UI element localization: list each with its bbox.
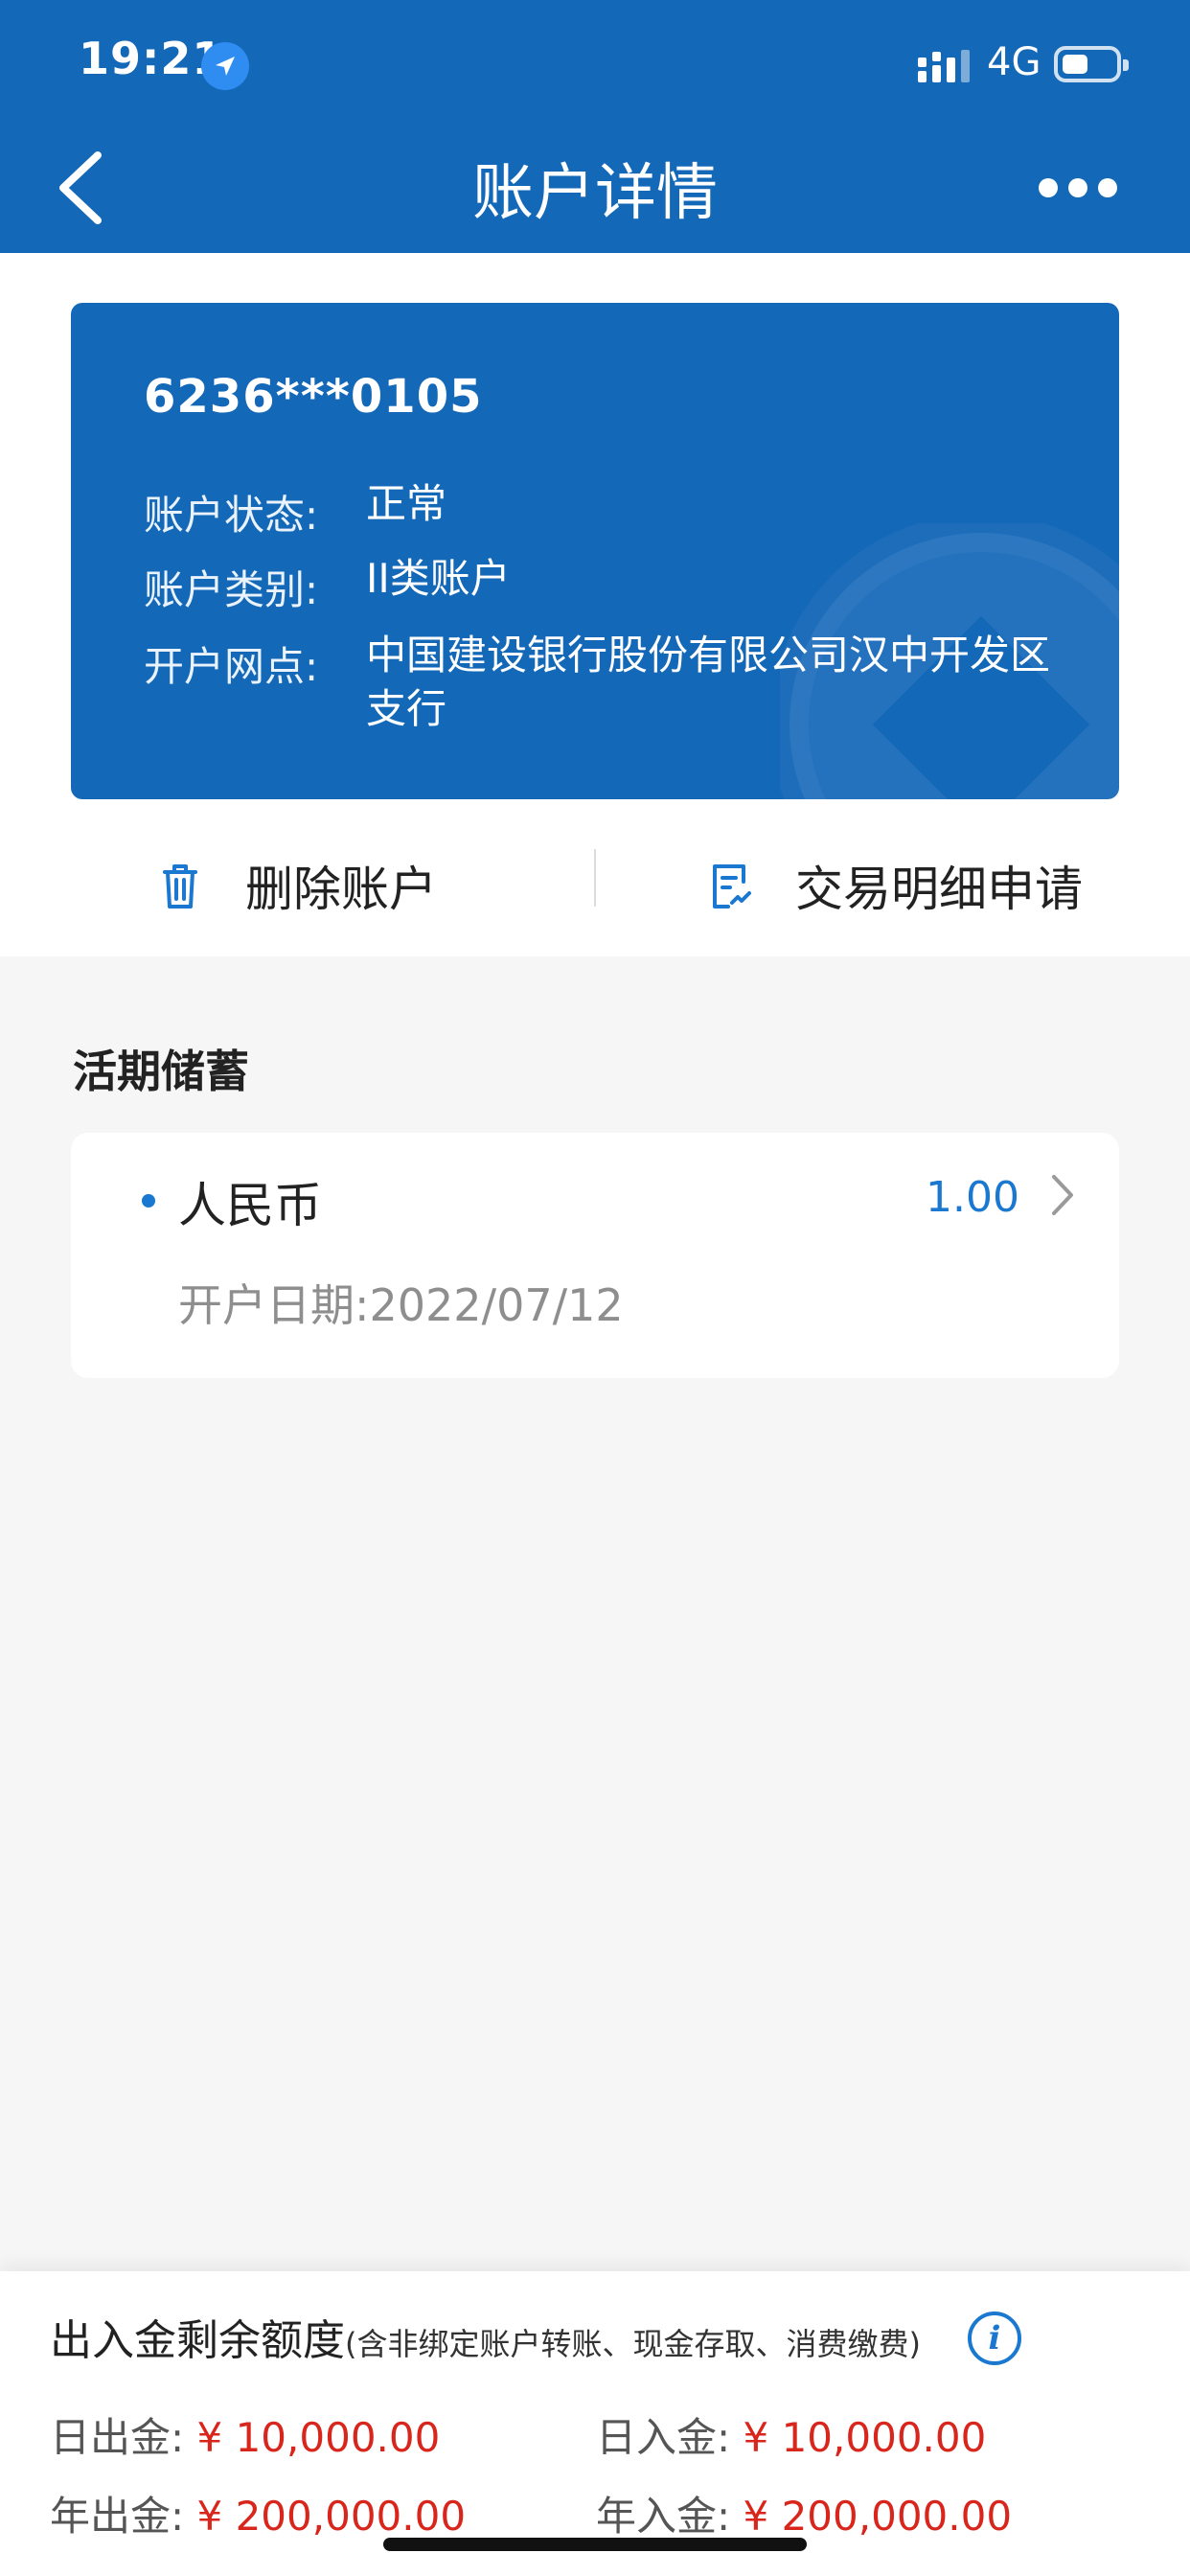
quota-label: 年入金: — [596, 2493, 731, 2540]
currency-name: 人民币 — [178, 1178, 322, 1233]
quota-label: 年出金: — [50, 2493, 185, 2540]
account-number: 6236***0105 — [144, 370, 483, 424]
daily-out-quota: 日出金: ¥ 10,000.00 — [50, 2405, 440, 2464]
daily-in-quota: 日入金: ¥ 10,000.00 — [596, 2405, 986, 2464]
app-header: 19:21 4G 账户详情 — [0, 0, 1190, 253]
account-section: 6236***0105 账户状态: 正常 账户类别: II类账户 开户网点: 中… — [0, 253, 1190, 956]
branch-label: 开户网点: — [144, 643, 319, 690]
yearly-out-quota: 年出金: ¥ 200,000.00 — [50, 2484, 466, 2542]
balance-value: 1.00 — [926, 1173, 1019, 1222]
open-date-label: 开户日期: — [178, 1279, 370, 1331]
more-icon[interactable] — [1035, 172, 1121, 201]
transaction-statement-button[interactable]: 交易明细申请 — [703, 847, 1083, 924]
yearly-in-quota: 年入金: ¥ 200,000.00 — [596, 2484, 1012, 2542]
quota-amount: ¥ 200,000.00 — [196, 2493, 467, 2540]
divider — [594, 849, 596, 907]
transaction-statement-label: 交易明细申请 — [795, 862, 1083, 917]
quota-label: 日出金: — [50, 2414, 185, 2461]
quota-note: (含非绑定账户转账、现金存取、消费缴费) — [345, 2326, 921, 2362]
quota-amount: ¥ 10,000.00 — [196, 2414, 441, 2461]
trash-icon — [163, 864, 197, 908]
delete-account-label: 删除账户 — [245, 862, 437, 917]
branch-value: 中国建设银行股份有限公司汉中开发区支行 — [366, 632, 1051, 732]
document-icon — [713, 864, 751, 908]
quota-amount: ¥ 200,000.00 — [743, 2493, 1013, 2540]
home-indicator[interactable] — [383, 2538, 807, 2551]
delete-account-button[interactable]: 删除账户 — [153, 847, 437, 924]
quota-amount: ¥ 10,000.00 — [743, 2414, 987, 2461]
status-value: 正常 — [366, 480, 447, 527]
location-arrow-icon — [201, 42, 249, 90]
info-icon[interactable]: i — [968, 2312, 1021, 2365]
type-value: II类账户 — [366, 555, 511, 602]
savings-section-title: 活期储蓄 — [73, 1046, 249, 1097]
action-bar: 删除账户 交易明细申请 — [0, 820, 1190, 956]
quota-title-text: 出入金剩余额度 — [50, 2316, 345, 2365]
network-type: 4G — [987, 40, 1041, 84]
quota-label: 日入金: — [596, 2414, 731, 2461]
open-date-value: 2022/07/12 — [369, 1279, 624, 1331]
open-date: 开户日期:2022/07/12 — [178, 1271, 624, 1334]
page-title: 账户详情 — [472, 158, 718, 229]
savings-item[interactable]: 人民币 1.00 开户日期:2022/07/12 — [71, 1133, 1119, 1378]
type-label: 账户类别: — [144, 566, 319, 613]
chevron-right-icon — [1052, 1175, 1073, 1215]
signal-icon — [918, 50, 970, 82]
bullet-dot — [142, 1194, 155, 1208]
status-label: 账户状态: — [144, 492, 319, 539]
quota-panel: 出入金剩余额度(含非绑定账户转账、现金存取、消费缴费) i 日出金: ¥ 10,… — [0, 2271, 1190, 2576]
battery-icon — [1054, 46, 1129, 82]
quota-title: 出入金剩余额度(含非绑定账户转账、现金存取、消费缴费) — [50, 2306, 921, 2367]
account-card: 6236***0105 账户状态: 正常 账户类别: II类账户 开户网点: 中… — [71, 303, 1119, 799]
